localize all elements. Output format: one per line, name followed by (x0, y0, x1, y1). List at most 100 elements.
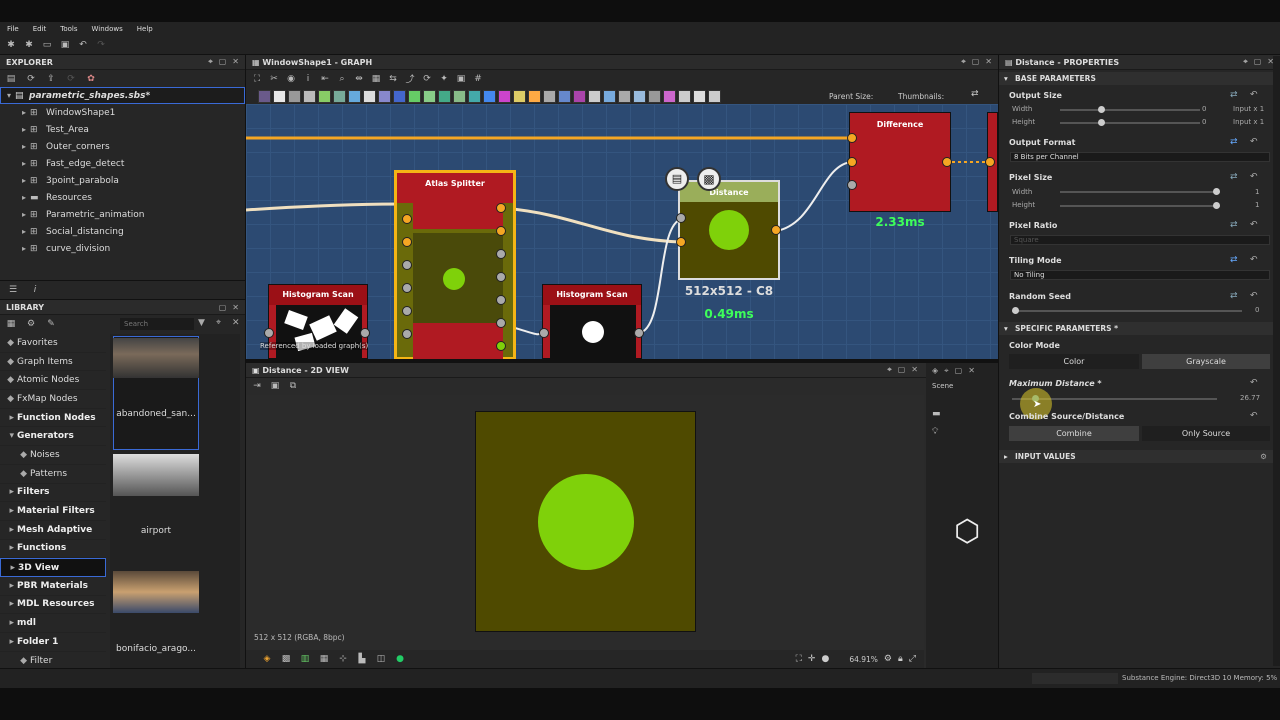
settings-icon[interactable]: ⚙ (1260, 450, 1267, 463)
reset-icon[interactable]: ↶ (1250, 378, 1258, 388)
output-port[interactable] (942, 157, 952, 167)
save-icon[interactable]: ▣ (58, 38, 72, 52)
distance-node[interactable]: Distance (678, 180, 780, 280)
library-category[interactable]: ◆ Noises (0, 446, 106, 465)
edit-icon[interactable]: ✎ (44, 317, 58, 331)
branch-icon[interactable]: ⤴ (403, 72, 417, 86)
export-icon[interactable]: ⇥ (250, 379, 264, 393)
node-palette-icon[interactable] (498, 89, 511, 103)
tile-icon[interactable]: ⊹ (336, 652, 350, 666)
atlas-splitter-node[interactable]: Atlas Splitter (394, 170, 516, 359)
explorer-item[interactable]: ▸ ▬ Resources (0, 189, 245, 206)
undo-icon[interactable]: ↶ (76, 38, 90, 52)
node-palette-icon[interactable] (318, 89, 331, 103)
loop-icon[interactable]: ⟳ (420, 72, 434, 86)
input-port[interactable] (676, 213, 686, 223)
layers-icon[interactable]: ◈ (260, 652, 274, 666)
open-icon[interactable]: ▭ (40, 38, 54, 52)
pixel-height-value[interactable]: 1 (1255, 201, 1259, 209)
settings-icon[interactable]: ⚙ (24, 317, 38, 331)
settings-icon[interactable]: ⚙ (884, 654, 892, 664)
link-icon[interactable]: ⇄ (1230, 137, 1238, 147)
node-palette-icon[interactable] (693, 89, 706, 103)
info-icon[interactable]: i (301, 72, 315, 86)
explorer-item[interactable]: ▸ ⊞ Fast_edge_detect (0, 155, 245, 172)
output-width-mode[interactable]: Input x 1 (1233, 105, 1264, 113)
chevron-right-icon[interactable]: ▸ (18, 176, 30, 185)
info-icon[interactable]: i (28, 283, 42, 297)
node-palette-icon[interactable] (378, 89, 391, 103)
output-height-slider[interactable] (1060, 119, 1200, 126)
input-port[interactable] (847, 133, 857, 143)
node-palette-icon[interactable] (513, 89, 526, 103)
checker-icon[interactable]: ▩ (697, 167, 721, 191)
align-icon[interactable]: ⇤ (318, 72, 332, 86)
pixel-width-value[interactable]: 1 (1255, 188, 1259, 196)
pixel-ratio-dropdown[interactable]: Square (1010, 235, 1270, 245)
library-category[interactable]: ◆ Patterns (0, 465, 106, 484)
fit-icon[interactable]: ⛶ (796, 654, 802, 664)
reset-icon[interactable]: ↶ (1250, 411, 1258, 421)
pixel-height-slider[interactable] (1060, 202, 1220, 209)
node-palette-icon[interactable] (648, 89, 661, 103)
node-palette-icon[interactable] (603, 89, 616, 103)
output-port[interactable] (496, 203, 506, 213)
grid-icon[interactable]: ▦ (369, 72, 383, 86)
chevron-right-icon[interactable]: ▸ (18, 210, 30, 219)
link-icon[interactable]: ⇄ (1230, 90, 1238, 100)
view-icon[interactable]: ▦ (4, 317, 18, 331)
node-palette-icon[interactable] (348, 89, 361, 103)
library-category[interactable]: ◆ Atomic Nodes (0, 371, 106, 391)
link-icon[interactable]: ⟳ (64, 72, 78, 86)
output-port[interactable] (360, 328, 370, 338)
status-dot-icon[interactable]: ● (393, 652, 407, 666)
new-icon[interactable]: ✱ (4, 38, 18, 52)
output-port[interactable] (634, 328, 644, 338)
chevron-right-icon[interactable]: ▸ (18, 227, 30, 236)
node-palette-icon[interactable] (618, 89, 631, 103)
chevron-right-icon[interactable]: ▸ (18, 193, 30, 202)
chevron-right-icon[interactable]: ▸ (18, 244, 30, 253)
close-icon[interactable]: ✕ (968, 366, 975, 375)
redo-icon[interactable]: ↷ (94, 38, 108, 52)
random-seed-value[interactable]: 0 (1255, 306, 1259, 314)
wand-icon[interactable]: ✦ (437, 72, 451, 86)
view2d-canvas[interactable]: 512 x 512 (RGBA, 8bpc) (246, 395, 924, 650)
node-palette-icon[interactable] (633, 89, 646, 103)
node-palette-icon[interactable] (663, 89, 676, 103)
input-port[interactable] (402, 283, 412, 293)
frame-icon[interactable]: ⛶ (250, 72, 264, 86)
thumb-image[interactable] (113, 571, 199, 613)
input-port[interactable] (402, 329, 412, 339)
thumb-image[interactable] (113, 454, 199, 496)
pin-icon[interactable]: ⌖ (944, 366, 949, 376)
node-palette-icon[interactable] (543, 89, 556, 103)
search-icon[interactable]: ⌕ (335, 72, 349, 86)
explorer-item[interactable]: ▸ ⊞ curve_division (0, 240, 245, 257)
output-width-slider[interactable] (1060, 106, 1200, 113)
node-palette-icon[interactable] (288, 89, 301, 103)
slider-knob[interactable] (1098, 106, 1105, 113)
node-palette-icon[interactable] (333, 89, 346, 103)
node-palette-icon[interactable] (438, 89, 451, 103)
package-row[interactable]: ▾ ▤ parametric_shapes.sbs* (0, 87, 245, 104)
refresh-icon[interactable]: ⟳ (24, 72, 38, 86)
output-port[interactable] (496, 341, 506, 351)
pin-icon[interactable]: ⌖ (887, 365, 892, 375)
reset-icon[interactable]: ↶ (1250, 220, 1258, 230)
thumbnails-label[interactable]: Thumbnails: (898, 92, 944, 101)
input-port[interactable] (847, 180, 857, 190)
node-palette-icon[interactable] (273, 89, 286, 103)
layout-icon[interactable]: ⇹ (352, 72, 366, 86)
menu-help[interactable]: Help (137, 25, 153, 33)
slider-knob[interactable] (1098, 119, 1105, 126)
color-mode-color-button[interactable]: Color (1009, 354, 1139, 369)
export-icon[interactable]: ⇪ (44, 72, 58, 86)
link-icon[interactable]: ⇄ (1230, 291, 1238, 301)
graph-canvas[interactable]: Atlas Splitter Histogram Scan Referenced… (246, 104, 998, 359)
output-port[interactable] (496, 318, 506, 328)
reset-icon[interactable]: ↶ (1250, 172, 1258, 182)
output-format-dropdown[interactable]: 8 Bits per Channel (1010, 152, 1270, 162)
color-picker-icon[interactable]: ◫ (374, 652, 388, 666)
node-palette-icon[interactable] (588, 89, 601, 103)
